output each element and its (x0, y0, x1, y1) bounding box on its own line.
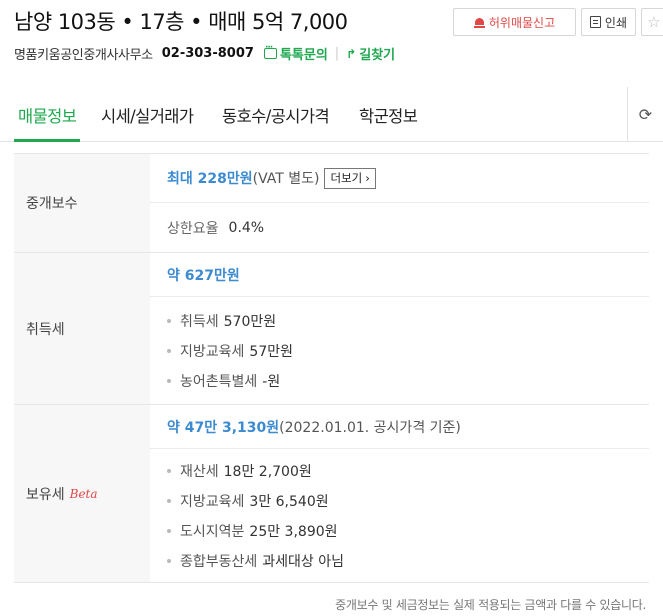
directions-link[interactable]: ↱ 길찾기 (346, 44, 396, 64)
holding-tax-label: 보유세 Beta (14, 405, 150, 582)
chevron-right-icon: › (365, 171, 370, 185)
acquisition-tax-total: 약 627만원 (150, 253, 649, 297)
rate-label: 상한요율 (167, 220, 219, 237)
agency-name: 명품키움공인중개사사무소 (14, 48, 153, 63)
refresh-icon: ⟳ (638, 104, 653, 124)
brokerage-max-amount: 최대 228만원 (167, 171, 253, 187)
acquisition-tax-list: 취득세 570만원 지방교육세 57만원 농어촌특별세 -원 (167, 311, 293, 391)
list-item: 농어촌특별세 -원 (167, 371, 293, 391)
acquisition-tax-content: 약 627만원 취득세 570만원 지방교육세 57만원 농어촌특별세 -원 (150, 253, 649, 404)
list-item: 지방교육세 3만 6,540원 (167, 491, 344, 511)
brokerage-fee-row: 중개보수 최대 228만원 (VAT 별도) 더보기 › 상한요율 0.4% (14, 154, 649, 253)
report-fake-listing-button[interactable]: 허위매물신고 (453, 8, 576, 36)
holding-tax-breakdown: 재산세 18만 2,700원 지방교육세 3만 6,540원 도시지역분 25만 3,… (150, 449, 649, 582)
favorite-button[interactable]: ☆ (641, 8, 663, 36)
vat-note: (VAT 별도) (252, 171, 320, 187)
print-label: 인쇄 (604, 15, 627, 30)
tab-listing-info[interactable]: 매물정보 (18, 103, 77, 127)
article-header: 남양 103동 • 17층 • 매매 5억 7,000 허위매물신고 인쇄 ☆ … (0, 0, 663, 90)
talk-inquiry-link[interactable]: 톡톡문의 (263, 43, 328, 63)
divider: | (334, 46, 340, 61)
cost-info-table: 중개보수 최대 228만원 (VAT 별도) 더보기 › 상한요율 0.4% 취… (14, 153, 649, 583)
brokerage-fee-content: 최대 228만원 (VAT 별도) 더보기 › 상한요율 0.4% (150, 154, 649, 252)
directions-label: 길찾기 (359, 48, 396, 63)
list-item: 종합부동산세 과세대상 아님 (167, 551, 344, 571)
more-label: 더보기 (330, 171, 363, 185)
holding-tax-content: 약 47만 3,130원 (2022.01.01. 공시가격 기준) 재산세 18… (150, 405, 649, 582)
tab-market-price[interactable]: 시세/실거래가 (101, 103, 194, 127)
holding-tax-row: 보유세 Beta 약 47만 3,130원 (2022.01.01. 공시가격 … (14, 405, 649, 583)
refresh-button[interactable]: ⟳ (627, 87, 663, 141)
rate-value: 0.4% (228, 219, 265, 236)
directions-arrow-icon: ↱ (346, 46, 357, 61)
acquisition-tax-label: 취득세 (14, 253, 150, 404)
acquisition-tax-total-amount: 약 627만원 (167, 267, 240, 284)
brokerage-rate: 상한요율 0.4% (150, 203, 649, 252)
acquisition-tax-row: 취득세 약 627만원 취득세 570만원 지방교육세 57만원 농어촌특별세 -원 (14, 253, 649, 405)
holding-tax-list: 재산세 18만 2,700원 지방교육세 3만 6,540원 도시지역분 25만 3,… (167, 461, 344, 571)
print-icon (590, 16, 601, 28)
agency-phone: 02-303-8007 (161, 46, 254, 61)
disclaimer-note: 중개보수 및 세금정보는 실제 적용되는 금액과 다를 수 있습니다. (335, 598, 646, 612)
active-tab-indicator (14, 139, 80, 142)
brokerage-fee-label: 중개보수 (14, 154, 150, 252)
more-button[interactable]: 더보기 › (324, 167, 376, 189)
star-icon: ☆ (647, 13, 661, 31)
list-item: 지방교육세 57만원 (167, 341, 293, 361)
tab-school-info[interactable]: 학군정보 (359, 103, 418, 127)
agency-info: 명품키움공인중개사사무소 02-303-8007 톡톡문의 | ↱ 길찾기 (14, 43, 396, 64)
report-label: 허위매물신고 (488, 15, 556, 30)
talk-inquiry-label: 톡톡문의 (279, 48, 328, 63)
brokerage-max: 최대 228만원 (VAT 별도) 더보기 › (150, 154, 649, 203)
holding-tax-total-amount: 약 47만 3,130원 (167, 419, 280, 436)
beta-badge: Beta (69, 486, 98, 501)
tab-unit-public-price[interactable]: 동호수/공시가격 (222, 103, 330, 127)
list-item: 취득세 570만원 (167, 311, 293, 331)
list-item: 재산세 18만 2,700원 (167, 461, 344, 481)
header-actions: 허위매물신고 인쇄 ☆ (453, 8, 663, 36)
print-button[interactable]: 인쇄 (581, 8, 636, 36)
holding-tax-basis: (2022.01.01. 공시가격 기준) (279, 419, 461, 436)
acquisition-tax-breakdown: 취득세 570만원 지방교육세 57만원 농어촌특별세 -원 (150, 297, 649, 404)
chat-icon (263, 43, 277, 59)
page-title: 남양 103동 • 17층 • 매매 5억 7,000 (14, 10, 348, 34)
list-item: 도시지역분 25만 3,890원 (167, 521, 344, 541)
siren-icon (473, 17, 485, 28)
holding-tax-total: 약 47만 3,130원 (2022.01.01. 공시가격 기준) (150, 405, 649, 449)
detail-tabs: 매물정보 시세/실거래가 동호수/공시가격 학군정보 ⟳ (0, 87, 663, 142)
